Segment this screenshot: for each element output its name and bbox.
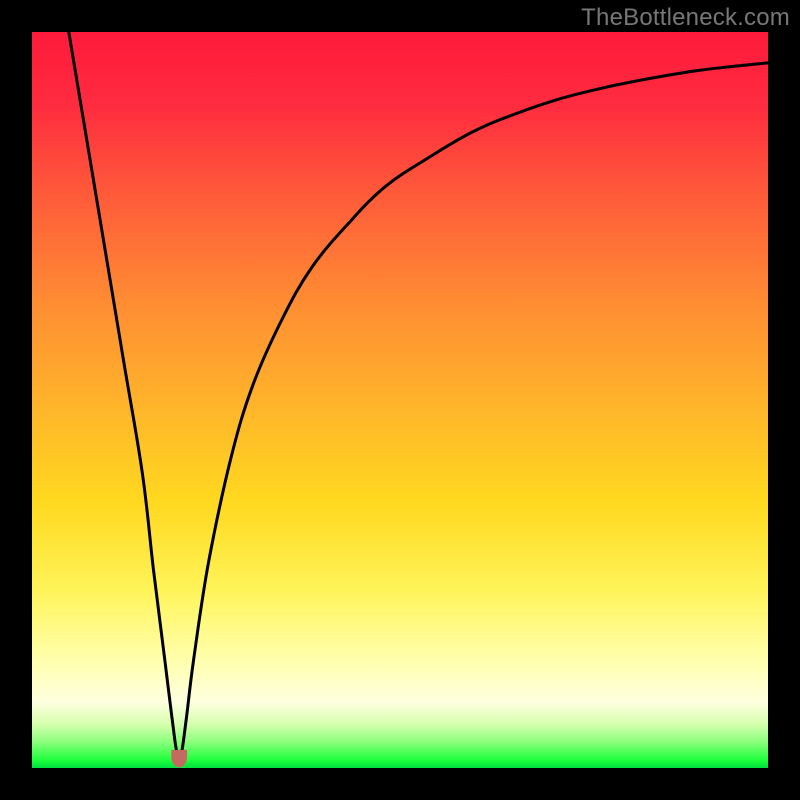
chart-frame: TheBottleneck.com <box>0 0 800 800</box>
plot-area <box>32 32 768 768</box>
chart-svg <box>32 32 768 768</box>
minimum-marker-path <box>172 750 187 766</box>
bottleneck-curve-path <box>69 32 768 757</box>
watermark-text: TheBottleneck.com <box>581 4 790 32</box>
